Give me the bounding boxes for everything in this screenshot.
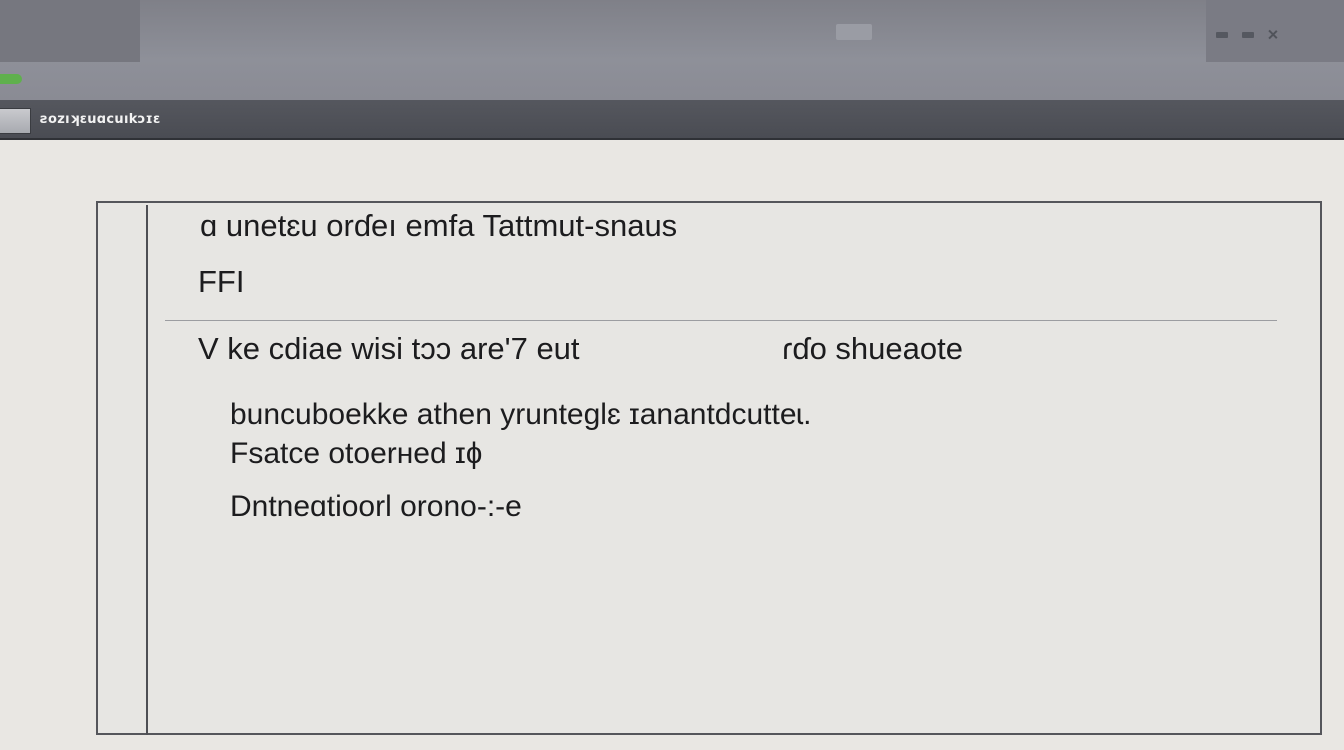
toolbar-menu-button[interactable] (0, 108, 31, 134)
status-indicator (0, 74, 22, 84)
window-controls (1216, 30, 1277, 39)
panel-paragraph-3: Dntneɑtioorl orono-:-e (230, 490, 522, 523)
restore-icon[interactable] (1242, 31, 1254, 38)
panel-paragraph-1: buncuboekke athen yrunteglɛ ɪanantdcutte… (230, 398, 812, 431)
toolbar: ƨozıʞɛuɑcuıkɔɪɛ (0, 100, 1344, 140)
panel-divider (165, 320, 1277, 321)
close-icon[interactable] (1268, 30, 1277, 39)
minimize-icon[interactable] (1216, 31, 1228, 38)
toolbar-label: ƨozıʞɛuɑcuıkɔɪɛ (40, 112, 161, 127)
panel-line-b: ɾɗo shueaote (782, 331, 963, 366)
panel-gutter-line (146, 205, 148, 735)
title-bar (0, 0, 1344, 100)
panel-heading: ɑ unetɛu orɗeı emfa Tattmut-snaus (200, 208, 678, 243)
panel-paragraph-2: Fsatce otoerнed ɪɸ (230, 437, 483, 470)
title-bar-center-handle[interactable] (836, 24, 872, 40)
panel-line-a: V ke cdiae wisi tɔɔ are'7 eut (198, 331, 580, 366)
title-bar-left-region (0, 0, 140, 62)
panel-subheading: FFI (198, 264, 245, 299)
